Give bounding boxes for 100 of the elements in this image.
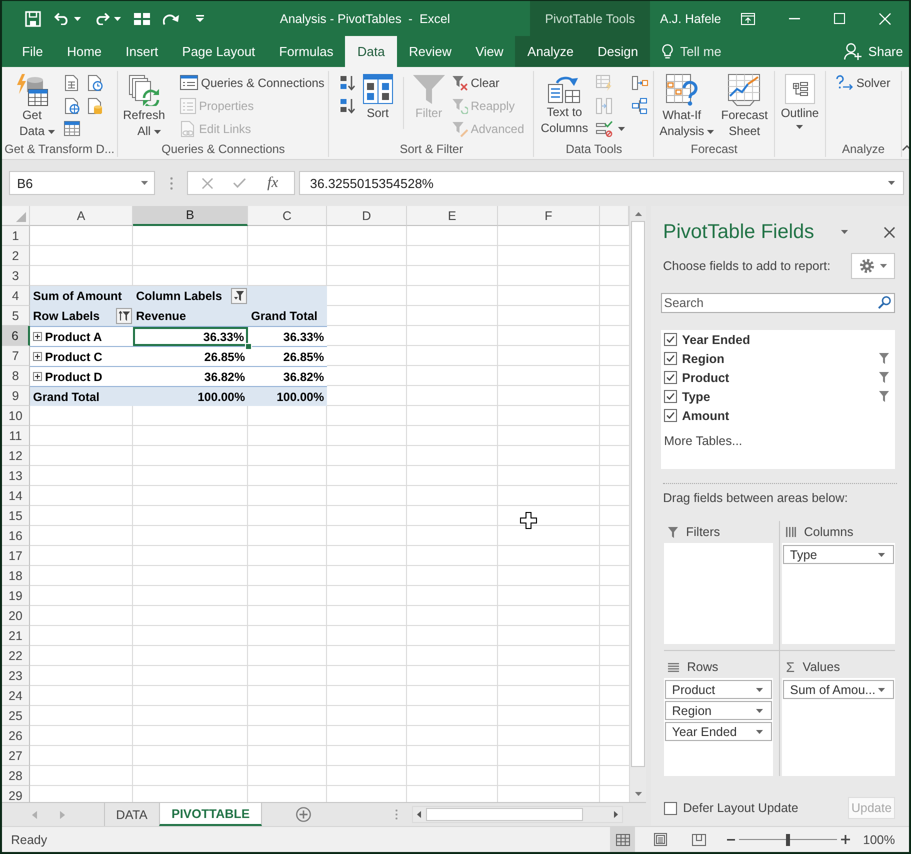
row-header[interactable]: 24 [2,686,30,706]
row-header[interactable]: 29 [2,786,30,802]
checkbox[interactable] [664,390,677,403]
sheet-tab[interactable]: DATA [105,803,158,826]
vertical-scrollbar[interactable] [629,206,646,802]
row-header[interactable]: 23 [2,666,30,686]
field-chip[interactable]: Year Ended [665,722,772,741]
ribbon-tab[interactable]: File [10,36,55,67]
linked-boxes-icon[interactable] [632,98,648,114]
column-header[interactable]: B [133,206,248,226]
sheet-tab[interactable]: PIVOTTABLE [159,803,262,826]
grip-icon[interactable] [170,176,173,190]
expand-icon[interactable] [33,372,42,381]
ribbon-tab[interactable]: Formulas [267,36,346,67]
row-header[interactable]: 21 [2,626,30,646]
caret-icon[interactable] [74,16,81,20]
row-header[interactable]: 17 [2,546,30,566]
row-header[interactable]: 26 [2,726,30,746]
document-database-icon[interactable] [87,98,103,114]
row-header[interactable]: 28 [2,766,30,786]
column-arrow-box-icon[interactable] [632,76,648,90]
drop-zone[interactable]: Sum of Amou... [782,678,895,776]
expand-icon[interactable] [33,352,42,361]
document-icon[interactable] [64,74,78,90]
scrollbar-thumb[interactable] [426,808,583,821]
row-header[interactable]: 8 [2,366,30,386]
document-globe-icon[interactable] [64,98,80,114]
ribbon-tab[interactable]: Home [54,36,114,67]
row-header[interactable]: 1 [2,226,30,246]
save-icon[interactable] [25,10,41,26]
ribbon-button[interactable]: Sort [358,71,397,121]
more-tables-link[interactable]: More Tables... [664,433,742,449]
close-icon[interactable] [884,226,895,238]
field-label[interactable]: Type [682,390,874,404]
drop-zone[interactable]: Product Region Year Ended [664,678,773,776]
row-header[interactable]: 25 [2,706,30,726]
field-chip[interactable]: Type [783,545,894,564]
ribbon-display-icon[interactable] [741,12,755,24]
scroll-left-icon[interactable] [416,811,421,818]
fill-handle[interactable] [245,343,252,350]
insert-function-button[interactable]: fx [265,174,280,192]
row-header[interactable]: 7 [2,346,30,366]
field-label[interactable]: Region [682,352,874,366]
ribbon-button[interactable]: Queries & Connections [178,71,326,94]
scroll-up-icon[interactable] [634,212,642,216]
ribbon-button[interactable]: Outline [776,71,823,129]
zoom-in-icon[interactable] [841,835,850,844]
row-header[interactable]: 20 [2,606,30,626]
maximize-icon[interactable] [834,13,845,24]
row-header[interactable]: 3 [2,266,30,286]
row-header[interactable]: 19 [2,586,30,606]
row-header[interactable]: 2 [2,246,30,266]
slider-thumb[interactable] [786,834,790,846]
add-sheet-icon[interactable] [296,807,311,822]
search-icon[interactable] [878,296,891,309]
filter-icon[interactable] [879,353,889,364]
row-header[interactable]: 4 [2,286,30,306]
minimize-icon[interactable] [789,18,800,20]
column-header[interactable]: A [30,206,133,226]
curved-arrow-icon[interactable] [163,12,179,24]
filter-button[interactable] [116,308,132,324]
ribbon-button[interactable]: Forecast Sheet [717,71,772,139]
grip-icon[interactable] [394,809,398,820]
row-header[interactable]: 5 [2,306,30,326]
caret-icon[interactable] [114,16,121,20]
document-clock-icon[interactable] [87,74,103,90]
customize-icon[interactable] [196,15,204,22]
horizontal-scrollbar[interactable] [412,806,623,823]
collapse-ribbon-icon[interactable] [902,145,909,151]
undo-icon[interactable] [54,12,70,25]
row-header[interactable]: 13 [2,466,30,486]
sort-ascending-icon[interactable] [340,74,355,90]
row-header[interactable]: 15 [2,506,30,526]
ribbon-tab[interactable]: Analyze [515,36,586,67]
column-header[interactable]: D [327,206,407,226]
checklist-icon[interactable] [596,120,626,136]
ribbon-button[interactable]: What-If Analysis [656,71,716,139]
row-header[interactable]: 14 [2,486,30,506]
expand-icon[interactable] [33,332,42,341]
field-label[interactable]: Product [682,370,874,384]
checkbox-label[interactable]: Defer Layout Update [683,801,798,815]
checkbox[interactable] [664,371,677,384]
row-header[interactable]: 10 [2,406,30,426]
table-icon[interactable] [64,121,80,136]
view-button[interactable] [610,827,636,852]
ribbon-tab[interactable]: Review [396,36,464,67]
sort-descending-icon[interactable] [340,98,355,114]
drop-zone[interactable]: Type [782,543,895,644]
filter-icon[interactable] [879,372,889,383]
scroll-down-icon[interactable] [634,792,642,796]
ribbon-button[interactable]: Clear [450,71,526,94]
field-chip[interactable]: Sum of Amou... [783,680,894,699]
scrollbar-thumb[interactable] [631,221,645,767]
formula-field[interactable]: 36.3255015354528% [299,171,904,195]
row-header[interactable]: 12 [2,446,30,466]
field-chip[interactable]: Product [665,680,772,699]
column-header[interactable]: F [498,206,600,226]
ribbon-tab[interactable]: Insert [114,36,170,67]
ribbon-button[interactable]: Text to Columns [536,71,592,136]
row-header[interactable]: 11 [2,426,30,446]
